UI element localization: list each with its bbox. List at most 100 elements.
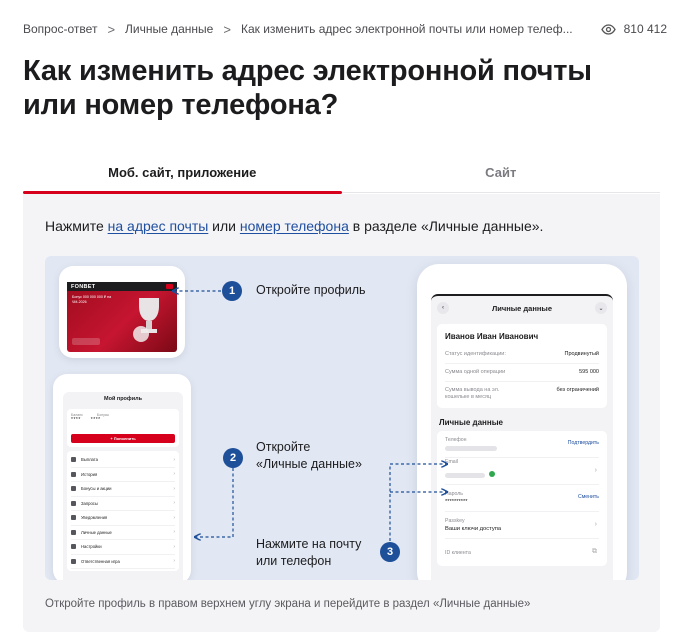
client-id-field: ID клиента ⧉ xyxy=(445,539,599,566)
gear-icon xyxy=(71,544,76,550)
platform-tabs: Моб. сайт, приложение Сайт xyxy=(23,152,661,194)
profile-menu: Выплата › История › Бонусы и акции › Запрос… xyxy=(67,451,179,571)
menu-label: Бонусы и акции xyxy=(81,486,112,492)
info-row: Сумма одной операции 595 000 xyxy=(445,364,599,382)
masked-value xyxy=(445,473,485,478)
step-3-line-2: или телефон xyxy=(256,554,332,568)
breadcrumb: Вопрос-ответ > Личные данные > Как измен… xyxy=(23,20,667,38)
verified-icon xyxy=(489,470,495,477)
chevron-right-icon: › xyxy=(173,485,175,492)
breadcrumb-link-personal-data[interactable]: Личные данные xyxy=(125,22,213,36)
field-label: Пароль xyxy=(445,491,463,497)
personal-data-fields: Телефон Подтвердить Email › Пароль *****… xyxy=(437,431,607,566)
instruction-middle: или xyxy=(208,218,240,234)
chevron-right-icon: › xyxy=(173,558,175,565)
eye-icon xyxy=(600,23,616,35)
illustration-caption: Откройте профиль в правом верхнем углу э… xyxy=(45,598,531,610)
phone-link[interactable]: номер телефона xyxy=(240,218,349,234)
info-value: 595 000 xyxy=(579,369,599,375)
email-field: Email › xyxy=(445,458,599,485)
menu-item: Выплата › xyxy=(71,453,175,468)
step-3-label: Нажмите на почту или телефон xyxy=(256,536,361,570)
instruction-after: в разделе «Личные данные». xyxy=(348,218,544,234)
instruction-before: Нажмите xyxy=(45,218,108,234)
breadcrumb-current: Как изменить адрес электронной почты или… xyxy=(240,22,573,36)
step-3-badge: 3 xyxy=(380,542,400,562)
personal-data-section-title: Личные данные xyxy=(439,418,503,427)
change-action: Сменить xyxy=(577,494,599,500)
step-1-label: Откройте профиль xyxy=(256,283,366,297)
menu-label: Запросы xyxy=(81,500,98,506)
step-2-label: Откройте «Личные данные» xyxy=(256,439,362,473)
menu-item: Бонусы и акции › xyxy=(71,482,175,497)
user-info-card: Иванов Иван Иванович Статус идентификаци… xyxy=(437,324,607,408)
field-value: Ваши ключи доступа xyxy=(445,526,502,532)
menu-item: Настройки › xyxy=(71,540,175,555)
tab-mobile-app[interactable]: Моб. сайт, приложение xyxy=(23,152,342,194)
step-2-line-2: «Личные данные» xyxy=(256,457,362,471)
field-label: Passkey xyxy=(445,518,465,524)
menu-label: Выплата xyxy=(81,457,98,463)
chevron-right-icon: › xyxy=(173,543,175,550)
back-icon: ‹ xyxy=(437,302,449,314)
phone-field: Телефон Подтвердить xyxy=(445,431,599,458)
menu-label: Личные данные xyxy=(81,529,112,535)
breadcrumb-link-faq[interactable]: Вопрос-ответ xyxy=(23,22,97,36)
field-label: ID клиента xyxy=(445,549,471,556)
breadcrumb-separator: > xyxy=(107,21,116,37)
info-value: Продвинутый xyxy=(564,351,600,357)
views-counter: 810 412 xyxy=(600,22,667,36)
requests-icon xyxy=(71,500,76,506)
promo-button xyxy=(72,338,100,345)
info-row: Сумма вывода на эл. кошельке в месяц без … xyxy=(445,382,599,406)
bell-icon xyxy=(71,515,76,521)
breadcrumb-separator: > xyxy=(223,21,231,37)
copy-icon: ⧉ xyxy=(592,548,597,555)
chevron-right-icon: › xyxy=(594,521,597,528)
phone-mockup-profile: Мой профиль Баланс Бонусы **** **** + Попо… xyxy=(53,374,191,580)
views-count: 810 412 xyxy=(623,22,667,36)
step-1-badge: 1 xyxy=(222,281,242,301)
arrow-step2 xyxy=(195,468,234,537)
chevron-right-icon: › xyxy=(173,456,175,463)
info-row: Статус идентификации: Продвинутый xyxy=(445,346,599,364)
chevron-right-icon: › xyxy=(173,500,175,507)
personal-data-title: Личные данные xyxy=(492,303,552,313)
chevron-right-icon: › xyxy=(594,467,597,474)
lock-icon xyxy=(71,558,76,564)
bonus-value: **** xyxy=(90,417,101,423)
tab-content-panel: Нажмите на адрес почты или номер телефон… xyxy=(23,194,660,632)
chevron-right-icon: › xyxy=(173,529,175,536)
chevron-right-icon: › xyxy=(173,514,175,521)
balance-value: **** xyxy=(71,417,81,423)
trophy-icon xyxy=(133,298,159,342)
user-icon xyxy=(71,529,76,535)
home-screen: FONBET Бонус 000 000 000 ₽ на ЧМ-2026 xyxy=(67,282,177,352)
menu-label: Ответственная игра xyxy=(81,558,120,564)
history-icon xyxy=(71,471,76,477)
masked-value xyxy=(445,446,497,451)
page-title: Как изменить адрес электронной почты или… xyxy=(23,55,592,121)
field-value: ********** xyxy=(445,499,468,505)
promo-text: Бонус 000 000 000 ₽ на ЧМ-2026 xyxy=(72,295,112,304)
email-link[interactable]: на адрес почты xyxy=(108,218,209,234)
personal-data-header: ‹ Личные данные ⌄ xyxy=(431,296,613,320)
menu-label: Настройки xyxy=(81,544,102,550)
step-2-badge: 2 xyxy=(223,448,243,468)
topup-button: + Пополнить xyxy=(71,434,175,443)
info-key: Сумма вывода на эл. кошельке в месяц xyxy=(445,387,500,400)
tab-site[interactable]: Сайт xyxy=(342,152,661,192)
step-2-line-1: Откройте xyxy=(256,440,311,454)
menu-item: Ответственная игра › xyxy=(71,555,175,569)
instruction-illustration: FONBET Бонус 000 000 000 ₽ на ЧМ-2026 Мо… xyxy=(45,256,639,580)
menu-label: История xyxy=(81,471,98,477)
payout-icon xyxy=(71,457,76,463)
info-key: Сумма одной операции xyxy=(445,369,506,375)
profile-header: Мой профиль xyxy=(104,396,142,402)
menu-item: История › xyxy=(71,468,175,482)
chevron-down-icon: ⌄ xyxy=(595,302,607,314)
menu-label: Уведомления xyxy=(81,515,108,521)
password-field: Пароль ********** Сменить xyxy=(445,485,599,512)
menu-item: Уведомления › xyxy=(71,511,175,526)
passkey-field: Passkey Ваши ключи доступа › xyxy=(445,512,599,539)
